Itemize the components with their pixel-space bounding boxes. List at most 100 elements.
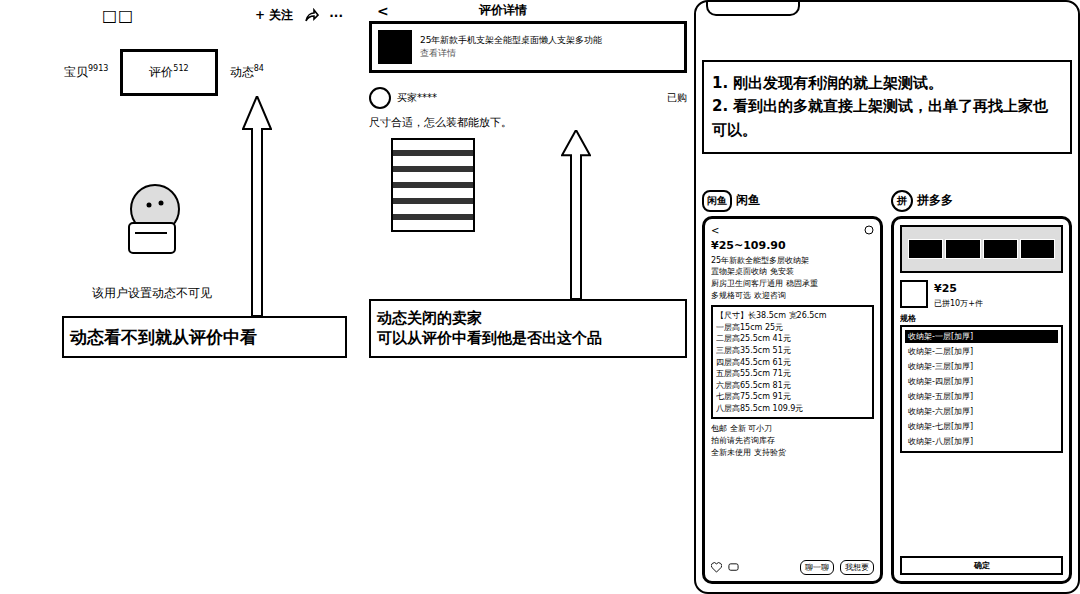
spec-option[interactable]: 收纳架-八层[加厚]	[905, 435, 1058, 448]
phone-notch	[706, 2, 800, 16]
listing-price: ¥25~109.90	[711, 239, 874, 252]
size-line: 六层高65.5cm 81元	[716, 380, 869, 392]
shop-name: □□	[102, 6, 134, 25]
action-button[interactable]: 聊一聊	[800, 560, 834, 575]
reviewer-badge: 已购	[667, 91, 687, 105]
callout-line: 可以从评价中看到他是否出这个品	[377, 329, 679, 349]
product-image	[900, 225, 1063, 273]
xianyu-phone: < ¥25~109.90 25年新款全能型多层收纳架置物架桌面收纳 免安装厨房卫…	[702, 216, 883, 584]
spec-option[interactable]: 收纳架-七层[加厚]	[905, 420, 1058, 433]
tab-label: 宝贝	[64, 65, 88, 79]
spec-list: 收纳架-一层[加厚] 收纳架-二层[加厚] 收纳架-三层[加厚] 收纳架-四层[加厚]…	[900, 325, 1063, 453]
tab-count: 9913	[88, 64, 108, 73]
tab-label: 动态	[230, 65, 254, 79]
profile-panel: □□ + 关注 ··· 宝贝9913 评价512 动态84 该用户设置动态不可见 动…	[62, 0, 347, 594]
spec-title: 规格	[900, 313, 1063, 325]
heart-icon[interactable]	[711, 562, 722, 573]
sales-count: 已拼10万+件	[934, 298, 983, 310]
platform-name: 闲鱼	[736, 192, 760, 209]
share-icon[interactable]	[864, 225, 874, 235]
product-title: 25年新款手机支架全能型桌面懒人支架多功能	[420, 34, 602, 47]
reviewer-row: 买家**** 已购	[369, 87, 687, 109]
product-card[interactable]: 25年新款手机支架全能型桌面懒人支架多功能 查看详情	[369, 21, 687, 73]
platform-label: 闲鱼 闲鱼	[702, 190, 883, 212]
arrow-column	[561, 130, 591, 299]
profile-topbar: □□ + 关注 ···	[62, 0, 347, 25]
empty-illustration-icon	[117, 179, 187, 259]
tab-count: 84	[254, 64, 264, 73]
product-text: 25年新款手机支架全能型桌面懒人支架多功能 查看详情	[420, 34, 602, 59]
size-line: 二层高25.5cm 41元	[716, 333, 869, 345]
callout-line: 动态看不到就从评价中看	[70, 326, 339, 348]
empty-text: 该用户设置动态不可见	[92, 285, 212, 302]
back-button[interactable]: <	[711, 225, 719, 236]
note-line: 1. 刚出发现有利润的就上架测试。	[712, 72, 1062, 95]
reviewer-name: 买家****	[397, 91, 437, 105]
review-title: 评价详情	[479, 2, 527, 19]
product-image	[378, 30, 412, 64]
spec-option[interactable]: 收纳架-四层[加厚]	[905, 375, 1058, 388]
profile-tabs: 宝贝9913 评价512 动态84	[62, 49, 347, 96]
platform-column: 闲鱼 闲鱼 < ¥25~109.90 25年新款全能型多层收纳架置物架桌面收纳 …	[702, 190, 883, 584]
avatar	[369, 87, 391, 109]
profile-tab[interactable]: 动态84	[228, 60, 266, 85]
more-button[interactable]: ···	[329, 9, 343, 23]
listing-compare: 闲鱼 闲鱼 < ¥25~109.90 25年新款全能型多层收纳架置物架桌面收纳 …	[702, 190, 1072, 584]
spec-option[interactable]: 收纳架-三层[加厚]	[905, 360, 1058, 373]
note-line: 2. 看到出的多就直接上架测试，出单了再找上家也可以。	[712, 95, 1062, 142]
tutorial-canvas: □□ + 关注 ··· 宝贝9913 评价512 动态84 该用户设置动态不可见 动…	[0, 0, 1080, 594]
profile-tab[interactable]: 评价512	[120, 49, 217, 96]
product-thumb	[900, 280, 928, 308]
listing-header: <	[711, 225, 874, 236]
product-subtitle: 查看详情	[420, 47, 602, 60]
up-arrow-icon	[561, 130, 591, 299]
size-line: 八层高85.5cm 109.9元	[716, 403, 869, 415]
profile-body: 该用户设置动态不可见	[62, 96, 347, 316]
platform-column: 拼 拼多多 ¥25 已拼10万+件 规格 收纳架-一层[加厚] 收纳架-二层[加厚…	[891, 190, 1072, 584]
callout: 动态看不到就从评价中看	[62, 316, 347, 358]
pdd-phone: ¥25 已拼10万+件 规格 收纳架-一层[加厚] 收纳架-二层[加厚] 收纳架-三…	[891, 216, 1072, 584]
review-body	[369, 130, 687, 299]
action-button[interactable]: 我想要	[840, 560, 874, 575]
platform-logo: 拼	[891, 190, 913, 212]
size-line: 三层高35.5cm 51元	[716, 345, 869, 357]
platform-logo: 闲鱼	[702, 190, 732, 212]
review-header: < 评价详情	[369, 0, 687, 21]
size-line: 一层高15cm 25元	[716, 322, 869, 334]
spec-option[interactable]: 收纳架-六层[加厚]	[905, 405, 1058, 418]
spec-option[interactable]: 收纳架-二层[加厚]	[905, 345, 1058, 358]
platform-name: 拼多多	[917, 192, 953, 209]
callout: 动态关闭的卖家可以从评价中看到他是否出这个品	[369, 299, 687, 358]
confirm-button[interactable]: 确定	[900, 556, 1063, 575]
tips-panel: 1. 刚出发现有利润的就上架测试。2. 看到出的多就直接上架测试，出单了再找上家…	[694, 0, 1080, 594]
review-photo[interactable]	[391, 138, 475, 232]
platform-label: 拼 拼多多	[891, 190, 1072, 212]
tips-notes: 1. 刚出发现有利润的就上架测试。2. 看到出的多就直接上架测试，出单了再找上家…	[702, 60, 1072, 154]
share-icon[interactable]	[303, 8, 319, 24]
sizes-title: 【尺寸】长38.5cm 宽26.5cm	[716, 310, 869, 322]
follow-button[interactable]: + 关注	[255, 7, 293, 24]
spec-option[interactable]: 收纳架-五层[加厚]	[905, 390, 1058, 403]
description-line: 多规格可选 欢迎咨询	[711, 290, 874, 302]
tab-count: 512	[173, 64, 188, 73]
back-button[interactable]: <	[377, 3, 389, 19]
footer-line: 拍前请先咨询库存	[711, 435, 874, 447]
spec-option[interactable]: 收纳架-一层[加厚]	[905, 330, 1058, 343]
product-info: ¥25 已拼10万+件	[900, 279, 1063, 310]
profile-tab[interactable]: 宝贝9913	[62, 60, 110, 85]
review-text: 尺寸合适，怎么装都能放下。	[369, 115, 687, 130]
size-line: 四层高45.5cm 61元	[716, 357, 869, 369]
up-arrow-icon	[242, 96, 272, 316]
footer-line: 全新未使用 支持验货	[711, 447, 874, 459]
footer-line: 包邮 全新 可小刀	[711, 423, 874, 435]
listing-action-bar: 聊一聊我想要	[711, 557, 874, 575]
size-line: 七层高75.5cm 91元	[716, 391, 869, 403]
arrow-column	[242, 96, 272, 316]
callout-line: 动态关闭的卖家	[377, 309, 679, 329]
empty-state: 该用户设置动态不可见	[62, 96, 242, 316]
listing-price: ¥25	[934, 282, 983, 295]
comment-icon[interactable]	[728, 562, 739, 573]
size-line: 五层高55.5cm 71元	[716, 368, 869, 380]
sizes-box: 【尺寸】长38.5cm 宽26.5cm 一层高15cm 25元二层高25.5cm…	[711, 305, 874, 419]
review-panel: < 评价详情 25年新款手机支架全能型桌面懒人支架多功能 查看详情 买家****…	[369, 0, 687, 594]
